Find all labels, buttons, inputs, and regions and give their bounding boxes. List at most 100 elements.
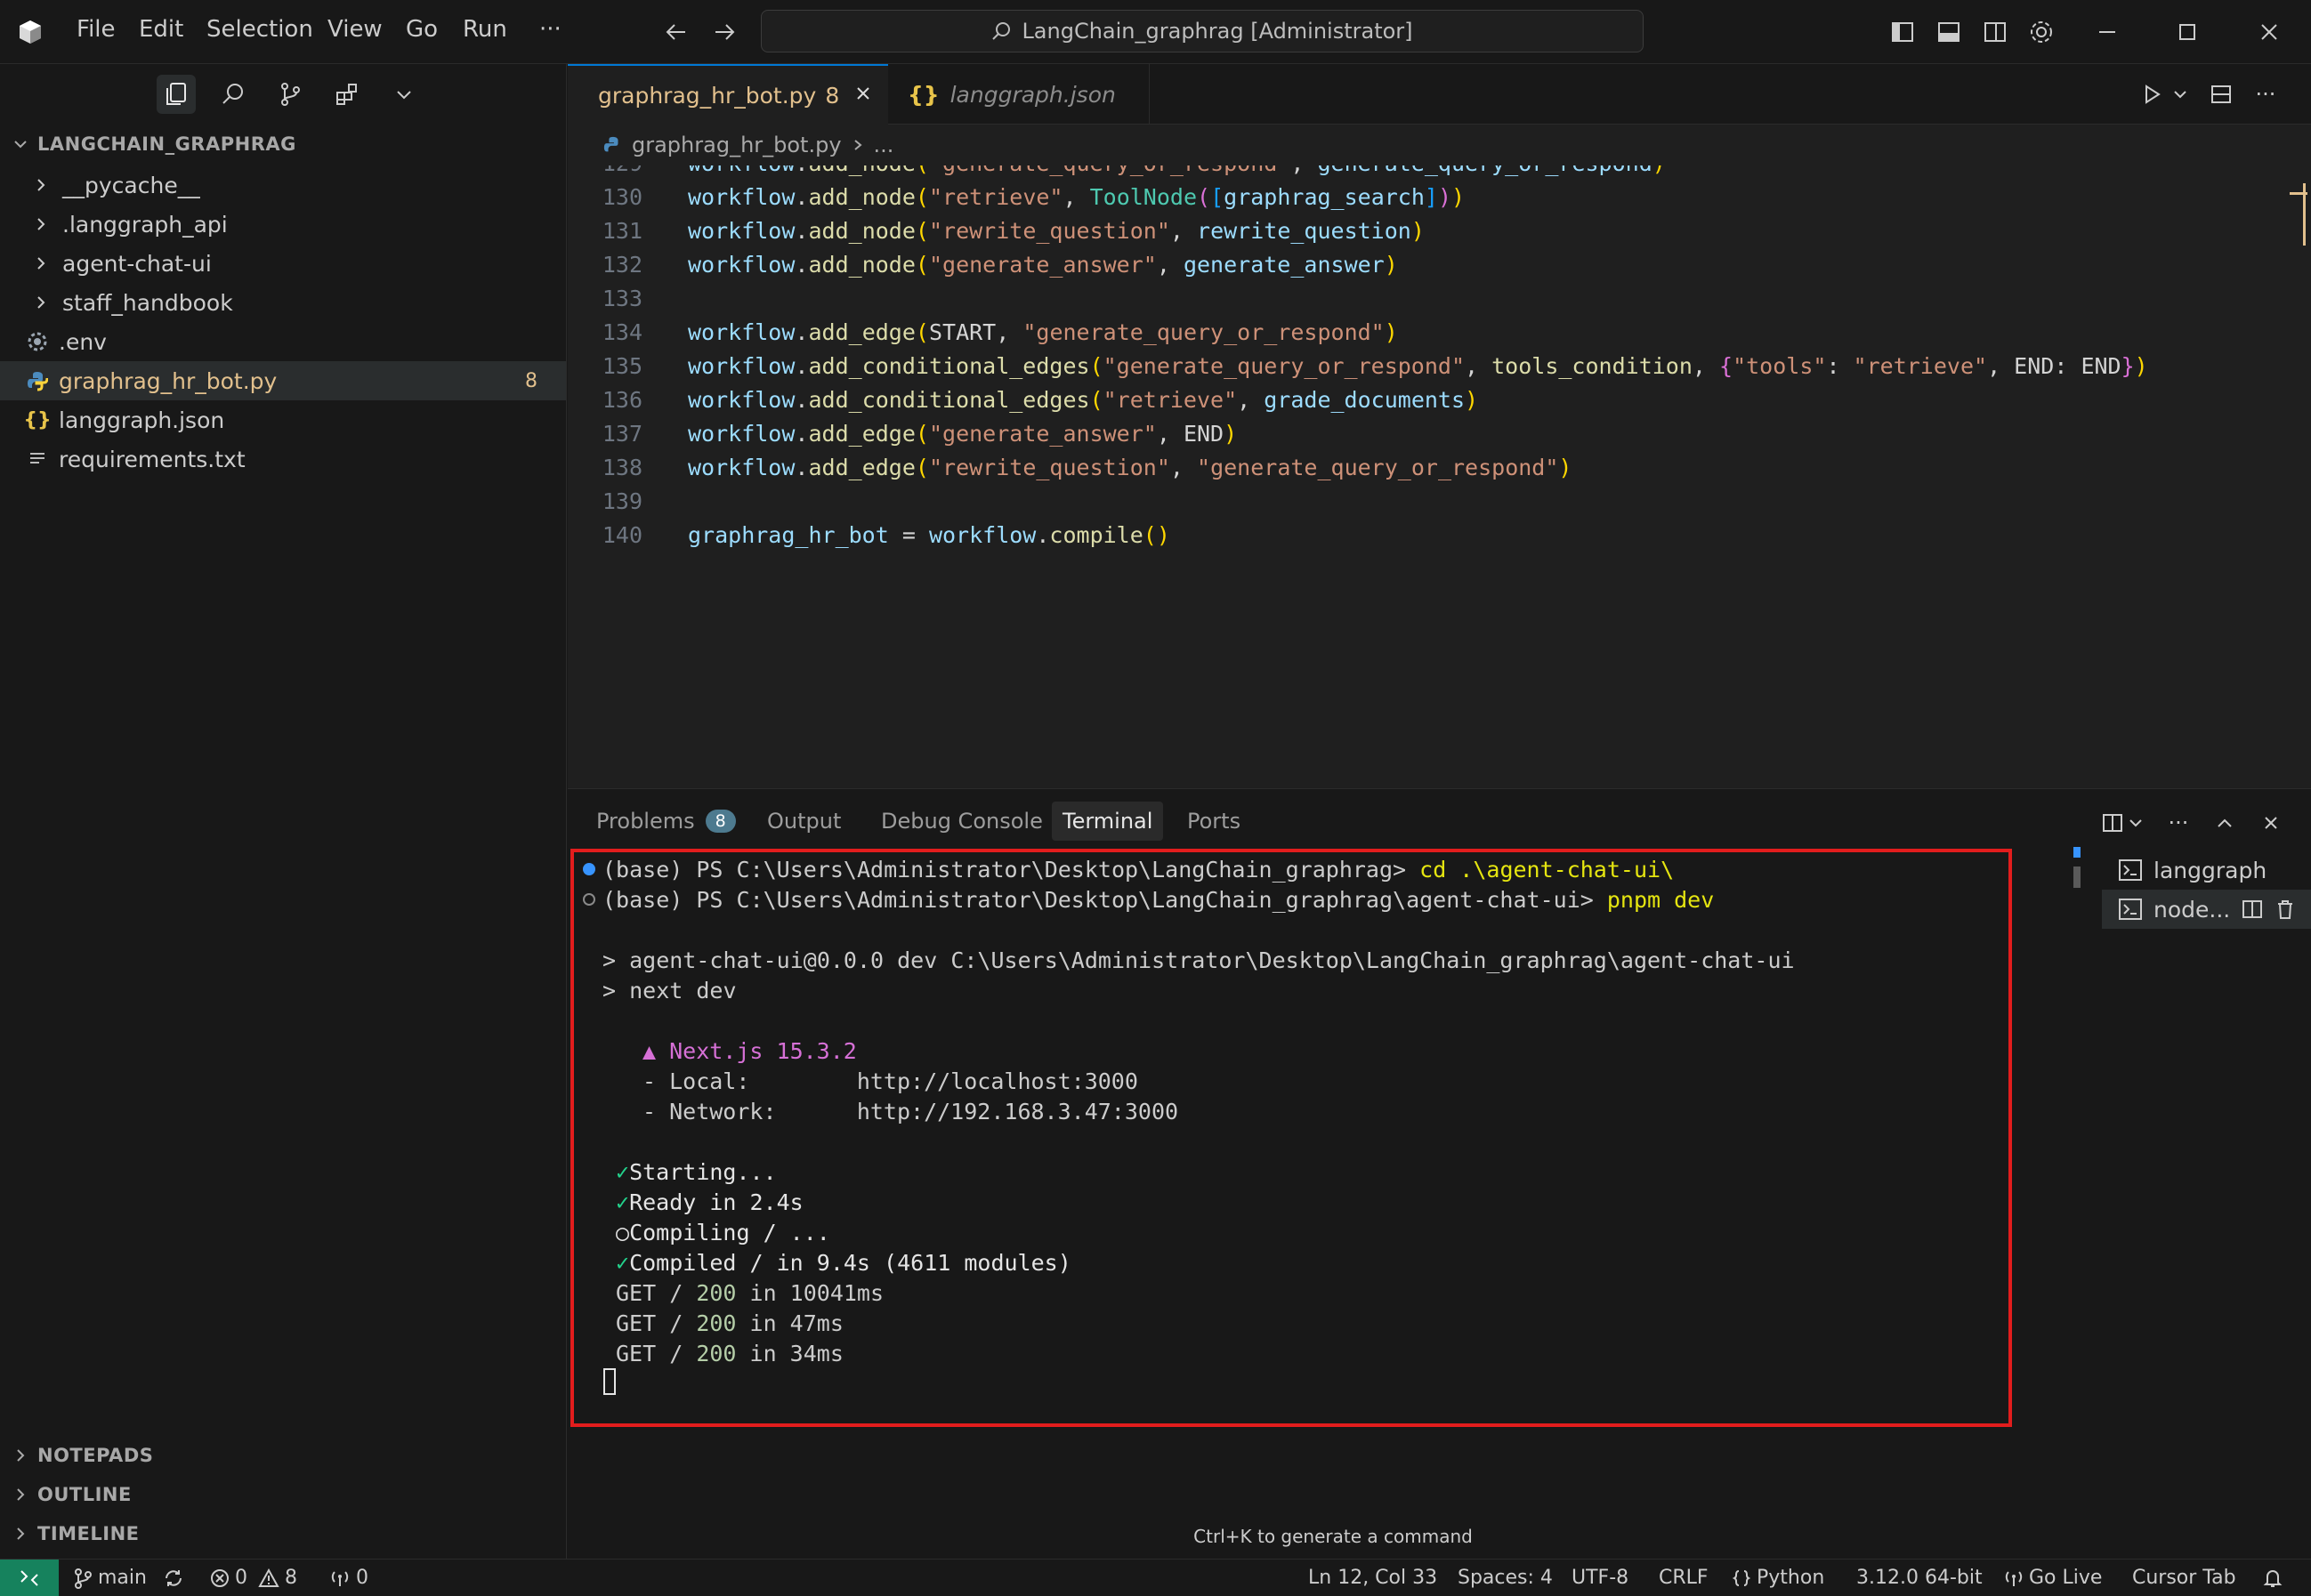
problems-indicator[interactable]: 0 8 bbox=[210, 1560, 297, 1596]
tab-output[interactable]: Output bbox=[756, 802, 852, 841]
menu-more[interactable]: ··· bbox=[539, 16, 562, 43]
code-line: 137 workflow.add_edge("generate_answer",… bbox=[568, 416, 2311, 450]
toggle-secondary-sidebar-icon[interactable] bbox=[1979, 16, 2011, 48]
code-line: 130 workflow.add_node("retrieve", ToolNo… bbox=[568, 180, 2311, 214]
section-timeline[interactable]: TIMELINE bbox=[12, 1523, 140, 1544]
toggle-panel-icon[interactable] bbox=[1933, 16, 1965, 48]
cursor-position[interactable]: Ln 12, Col 33 bbox=[1308, 1560, 1437, 1596]
problems-count-badge: 8 bbox=[705, 810, 736, 833]
chevron-down-icon[interactable] bbox=[2120, 807, 2152, 839]
language-mode[interactable]: Python bbox=[1732, 1560, 1824, 1596]
tree-item-graphrag-hr-bot[interactable]: graphrag_hr_bot.py 8 bbox=[0, 361, 566, 400]
tab-label: Problems bbox=[596, 809, 695, 834]
line-number: 136 bbox=[602, 386, 642, 413]
extensions-icon[interactable] bbox=[327, 75, 367, 114]
tree-item-agent-chat-ui[interactable]: agent-chat-ui bbox=[0, 244, 566, 283]
menu-view[interactable]: View bbox=[327, 16, 383, 43]
terminal-line: ✓ Compiled / in 9.4s (4611 modules) bbox=[616, 1249, 1071, 1276]
code-line: 133 bbox=[568, 281, 2311, 315]
toggle-primary-sidebar-icon[interactable] bbox=[1887, 16, 1919, 48]
line-ending[interactable]: CRLF bbox=[1659, 1560, 1709, 1596]
line-number: 137 bbox=[602, 420, 642, 447]
close-window-icon[interactable] bbox=[2253, 16, 2285, 48]
section-notepads[interactable]: NOTEPADS bbox=[12, 1445, 153, 1466]
menu-go[interactable]: Go bbox=[406, 16, 438, 43]
tab-terminal[interactable]: Terminal bbox=[1052, 802, 1164, 841]
split-terminal-icon[interactable] bbox=[2241, 898, 2264, 921]
settings-gear-icon[interactable] bbox=[2025, 16, 2057, 48]
tab-graphrag-hr-bot[interactable]: graphrag_hr_bot.py 8 bbox=[568, 64, 888, 125]
back-arrow-icon[interactable] bbox=[660, 16, 692, 48]
code-text: workflow.add_edge(START, "generate_query… bbox=[688, 318, 1398, 345]
tab-problems[interactable]: Problems 8 bbox=[586, 802, 747, 841]
tree-item-staff-handbook[interactable]: staff_handbook bbox=[0, 283, 566, 322]
command-center[interactable]: LangChain_graphrag [Administrator] bbox=[761, 10, 1644, 52]
branch-indicator[interactable]: main bbox=[73, 1560, 184, 1596]
tree-item-langgraph-api[interactable]: .langgraph_api bbox=[0, 205, 566, 244]
terminal-output[interactable]: (base) PS C:\Users\Administrator\Desktop… bbox=[570, 849, 2012, 1427]
sync-icon[interactable] bbox=[163, 1568, 184, 1589]
minimize-icon[interactable] bbox=[2091, 16, 2123, 48]
trash-icon[interactable] bbox=[2275, 898, 2296, 921]
encoding[interactable]: UTF-8 bbox=[1572, 1560, 1628, 1596]
chevron-down-icon[interactable] bbox=[2164, 78, 2196, 110]
run-play-icon[interactable] bbox=[2136, 78, 2168, 110]
search-icon[interactable] bbox=[214, 75, 253, 114]
line-number: 133 bbox=[602, 285, 642, 311]
forward-arrow-icon[interactable] bbox=[708, 16, 740, 48]
close-panel-icon[interactable] bbox=[2255, 807, 2287, 839]
close-icon[interactable] bbox=[853, 83, 873, 109]
json-file-icon: {} bbox=[908, 81, 940, 108]
explorer-root[interactable]: LANGCHAIN_GRAPHRAG bbox=[12, 133, 296, 155]
app-logo-icon bbox=[14, 16, 46, 48]
status-bar: main 0 8 0 Ln 12, Col 33 Spaces: 4 UTF-8… bbox=[0, 1559, 2311, 1596]
split-editor-icon[interactable] bbox=[2205, 78, 2237, 110]
code-text: workflow.add_node("rewrite_question", re… bbox=[688, 217, 1425, 244]
menu-edit[interactable]: Edit bbox=[139, 16, 183, 43]
circle-icon: ○ bbox=[616, 1219, 630, 1245]
menu-run[interactable]: Run bbox=[463, 16, 507, 43]
tab-debug-console[interactable]: Debug Console bbox=[870, 802, 1054, 841]
source-control-icon[interactable] bbox=[271, 75, 310, 114]
ports-indicator[interactable]: 0 bbox=[329, 1560, 368, 1596]
breadcrumb-file[interactable]: graphrag_hr_bot.py bbox=[632, 133, 842, 157]
problem-count-badge: 8 bbox=[525, 369, 537, 392]
remote-indicator[interactable] bbox=[0, 1560, 59, 1596]
branch-label: main bbox=[98, 1567, 147, 1589]
menu-selection[interactable]: Selection bbox=[206, 16, 313, 43]
notifications-bell-icon[interactable] bbox=[2262, 1560, 2283, 1596]
maximize-icon[interactable] bbox=[2171, 16, 2203, 48]
tab-ports[interactable]: Ports bbox=[1176, 802, 1251, 841]
warning-icon bbox=[258, 1568, 279, 1587]
breadcrumb-rest[interactable]: ... bbox=[874, 133, 894, 157]
indentation[interactable]: Spaces: 4 bbox=[1458, 1560, 1553, 1596]
error-count: 0 bbox=[235, 1567, 247, 1589]
cursor-tab[interactable]: Cursor Tab bbox=[2132, 1560, 2236, 1596]
code-text: workflow.add_node("generate_query_or_res… bbox=[688, 165, 1666, 176]
explorer-icon[interactable] bbox=[157, 75, 196, 114]
python-interpreter[interactable]: 3.12.0 64-bit bbox=[1856, 1560, 1983, 1596]
terminal-session-langgraph[interactable]: langgraph bbox=[2102, 850, 2311, 890]
go-live[interactable]: Go Live bbox=[2004, 1560, 2102, 1596]
tab-langgraph-json[interactable]: {} langgraph.json bbox=[888, 64, 1150, 125]
menu-file[interactable]: File bbox=[77, 16, 116, 43]
tree-item-env[interactable]: .env bbox=[0, 322, 566, 361]
terminal-cursor bbox=[603, 1368, 616, 1395]
language-label: Python bbox=[1757, 1567, 1825, 1589]
tree-item-label: graphrag_hr_bot.py bbox=[59, 367, 278, 394]
terminal-line: ▲ Next.js 15.3.2 bbox=[642, 1037, 857, 1064]
command-center-label: LangChain_graphrag [Administrator] bbox=[1022, 19, 1413, 44]
more-actions-icon[interactable]: ··· bbox=[2162, 807, 2194, 839]
section-outline[interactable]: OUTLINE bbox=[12, 1484, 132, 1505]
tab-label: Ports bbox=[1187, 809, 1241, 834]
tree-item-pycache[interactable]: __pycache__ bbox=[0, 165, 566, 205]
tree-item-langgraph-json[interactable]: {} langgraph.json bbox=[0, 400, 566, 439]
tree-item-requirements[interactable]: requirements.txt bbox=[0, 439, 566, 479]
terminal-session-node[interactable]: node... bbox=[2102, 890, 2311, 929]
code-editor[interactable]: 129 workflow.add_node("generate_query_or… bbox=[568, 165, 2311, 788]
command-success-dot bbox=[583, 863, 595, 875]
maximize-panel-icon[interactable] bbox=[2209, 807, 2241, 839]
chevron-down-icon[interactable] bbox=[384, 75, 424, 114]
more-actions-icon[interactable]: ··· bbox=[2250, 78, 2282, 110]
chevron-down-icon bbox=[14, 141, 27, 149]
